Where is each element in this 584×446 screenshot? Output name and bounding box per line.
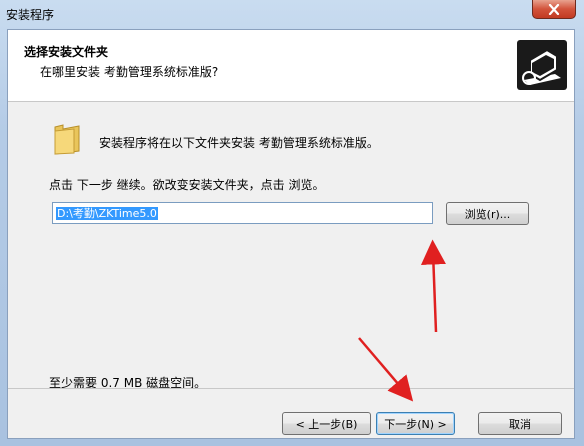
installer-window: 安装程序 选择安装文件夹 在哪里安装 考勤管理系统标准版? 安装程序将在以下文件… — [0, 0, 584, 446]
browse-button[interactable]: 浏览(r)... — [446, 202, 529, 225]
folder-icon — [52, 123, 82, 158]
close-icon — [548, 3, 560, 15]
title-bar[interactable]: 安装程序 — [0, 0, 584, 28]
back-button[interactable]: < 上一步(B) — [282, 412, 371, 435]
close-button[interactable] — [532, 0, 576, 19]
wizard-footer: < 上一步(B) 下一步(N) > 取消 — [8, 388, 574, 439]
install-location-text: 安装程序将在以下文件夹安装 考勤管理系统标准版。 — [99, 136, 379, 150]
install-path-input[interactable]: D:\考勤\ZKTime5.0 — [52, 202, 433, 224]
wizard-body: 安装程序将在以下文件夹安装 考勤管理系统标准版。 点击 下一步 继续。欲改变安装… — [8, 102, 574, 390]
wizard-header: 选择安装文件夹 在哪里安装 考勤管理系统标准版? — [8, 30, 574, 102]
page-subtitle: 在哪里安装 考勤管理系统标准版? — [40, 65, 219, 79]
dialog-client: 选择安装文件夹 在哪里安装 考勤管理系统标准版? 安装程序将在以下文件夹安装 考… — [7, 29, 575, 439]
cancel-button[interactable]: 取消 — [478, 412, 562, 435]
instruction-text: 点击 下一步 继续。欲改变安装文件夹，点击 浏览。 — [49, 178, 325, 192]
install-path-value: D:\考勤\ZKTime5.0 — [56, 207, 158, 220]
page-title: 选择安装文件夹 — [24, 45, 109, 59]
next-button[interactable]: 下一步(N) > — [376, 412, 455, 435]
setup-logo-icon — [517, 40, 567, 90]
window-title: 安装程序 — [6, 8, 55, 22]
